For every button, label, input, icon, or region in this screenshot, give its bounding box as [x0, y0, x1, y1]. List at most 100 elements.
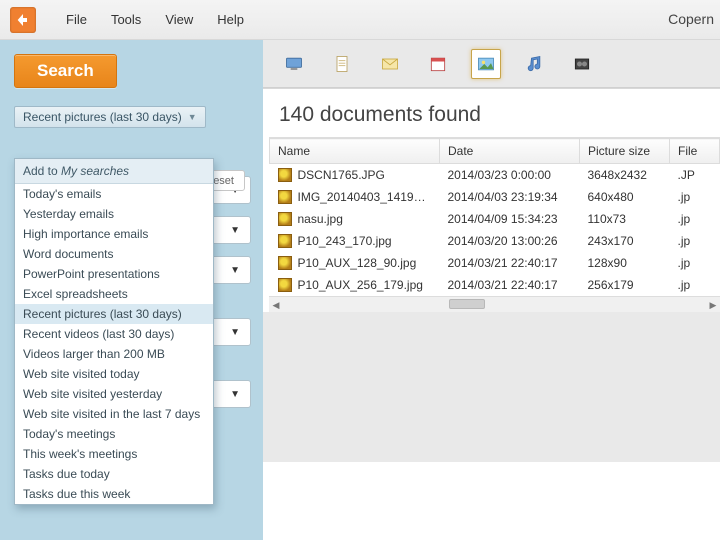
chevron-down-icon: ▼ — [230, 225, 240, 236]
saved-search-option[interactable]: Tasks due this week — [15, 484, 213, 504]
chevron-down-icon: ▼ — [230, 327, 240, 338]
saved-search-option[interactable]: Videos larger than 200 MB — [15, 344, 213, 364]
image-file-icon — [278, 190, 292, 204]
popup-header-prefix: Add to — [23, 164, 61, 178]
cell-name: P10_243_170.jpg — [270, 230, 440, 252]
image-file-icon — [278, 212, 292, 226]
saved-search-option[interactable]: Excel spreadsheets — [15, 284, 213, 304]
saved-search-option[interactable]: Yesterday emails — [15, 204, 213, 224]
category-document-button[interactable] — [327, 49, 357, 79]
cell-date: 2014/03/23 0:00:00 — [440, 164, 580, 187]
category-video-button[interactable] — [567, 49, 597, 79]
computer-icon — [284, 54, 304, 74]
popup-header[interactable]: Add to My searches — [15, 159, 213, 184]
horizontal-scrollbar[interactable]: ◀ ▶ — [269, 296, 720, 312]
chevron-down-icon: ▼ — [230, 389, 240, 400]
results-table-wrap: NameDatePicture sizeFile DSCN1765.JPG201… — [269, 137, 720, 296]
cell-date: 2014/03/21 22:40:17 — [440, 274, 580, 296]
cell-size: 243x170 — [580, 230, 670, 252]
table-row[interactable]: P10_AUX_256_179.jpg2014/03/21 22:40:1725… — [270, 274, 720, 296]
results-table: NameDatePicture sizeFile DSCN1765.JPG201… — [269, 138, 720, 296]
saved-search-option[interactable]: Word documents — [15, 244, 213, 264]
menu-file[interactable]: File — [54, 8, 99, 31]
saved-search-option[interactable]: PowerPoint presentations — [15, 264, 213, 284]
menu-tools[interactable]: Tools — [99, 8, 153, 31]
saved-search-option[interactable]: Web site visited today — [15, 364, 213, 384]
cell-name: nasu.jpg — [270, 208, 440, 230]
cell-ext: .jp — [670, 186, 720, 208]
cell-date: 2014/04/03 23:19:34 — [440, 186, 580, 208]
cell-size: 128x90 — [580, 252, 670, 274]
cell-name: P10_AUX_256_179.jpg — [270, 274, 440, 296]
cell-name: P10_AUX_128_90.jpg — [270, 252, 440, 274]
cell-size: 256x179 — [580, 274, 670, 296]
table-row[interactable]: IMG_20140403_141934....2014/04/03 23:19:… — [270, 186, 720, 208]
table-row[interactable]: P10_AUX_128_90.jpg2014/03/21 22:40:17128… — [270, 252, 720, 274]
saved-search-option[interactable]: Recent pictures (last 30 days) — [15, 304, 213, 324]
menubar: File Tools View Help Copern — [0, 0, 720, 40]
category-picture-button[interactable] — [471, 49, 501, 79]
picture-icon — [476, 54, 496, 74]
music-icon — [524, 54, 544, 74]
chevron-down-icon: ▼ — [230, 265, 240, 276]
table-row[interactable]: nasu.jpg2014/04/09 15:34:23110x73.jp — [270, 208, 720, 230]
search-panel: Search Recent pictures (last 30 days) ▼ … — [0, 40, 263, 540]
image-file-icon — [278, 168, 292, 182]
table-row[interactable]: P10_243_170.jpg2014/03/20 13:00:26243x17… — [270, 230, 720, 252]
calendar-icon — [428, 54, 448, 74]
cell-ext: .jp — [670, 208, 720, 230]
category-toolbar — [263, 40, 720, 88]
category-calendar-button[interactable] — [423, 49, 453, 79]
saved-search-option[interactable]: Web site visited in the last 7 days — [15, 404, 213, 424]
cell-ext: .jp — [670, 252, 720, 274]
chevron-down-icon: ▼ — [188, 112, 197, 122]
scroll-thumb[interactable] — [449, 299, 485, 309]
results-heading: 140 documents found — [263, 89, 720, 137]
image-file-icon — [278, 234, 292, 248]
search-button[interactable]: Search — [14, 54, 117, 88]
saved-search-option[interactable]: Today's meetings — [15, 424, 213, 444]
results-panel: 140 documents found NameDatePicture size… — [263, 40, 720, 540]
category-mail-button[interactable] — [375, 49, 405, 79]
cell-date: 2014/03/20 13:00:26 — [440, 230, 580, 252]
results-footer — [263, 312, 720, 462]
cell-name: IMG_20140403_141934.... — [270, 186, 440, 208]
column-header[interactable]: Name — [270, 139, 440, 164]
cell-size: 3648x2432 — [580, 164, 670, 187]
saved-search-option[interactable]: Recent videos (last 30 days) — [15, 324, 213, 344]
table-row[interactable]: DSCN1765.JPG2014/03/23 0:00:003648x2432.… — [270, 164, 720, 187]
saved-search-option[interactable]: Today's emails — [15, 184, 213, 204]
mail-icon — [380, 54, 400, 74]
category-music-button[interactable] — [519, 49, 549, 79]
cell-size: 640x480 — [580, 186, 670, 208]
cell-name: DSCN1765.JPG — [270, 164, 440, 187]
brand-label: Copern — [668, 11, 714, 27]
cell-date: 2014/03/21 22:40:17 — [440, 252, 580, 274]
scroll-right-arrow[interactable]: ▶ — [706, 298, 720, 312]
saved-search-option[interactable]: Tasks due today — [15, 464, 213, 484]
saved-search-label: Recent pictures (last 30 days) — [23, 110, 182, 124]
cell-date: 2014/04/09 15:34:23 — [440, 208, 580, 230]
video-icon — [572, 54, 592, 74]
column-header[interactable]: Date — [440, 139, 580, 164]
image-file-icon — [278, 278, 292, 292]
column-header[interactable]: File — [670, 139, 720, 164]
app-icon — [10, 7, 36, 33]
document-icon — [332, 54, 352, 74]
saved-search-dropdown[interactable]: Recent pictures (last 30 days) ▼ — [14, 106, 206, 128]
saved-search-option[interactable]: Web site visited yesterday — [15, 384, 213, 404]
saved-search-option[interactable]: High importance emails — [15, 224, 213, 244]
cell-ext: .jp — [670, 274, 720, 296]
saved-searches-popup: Add to My searches Today's emailsYesterd… — [14, 158, 214, 505]
column-header[interactable]: Picture size — [580, 139, 670, 164]
menu-view[interactable]: View — [153, 8, 205, 31]
cell-ext: .JP — [670, 164, 720, 187]
saved-search-option[interactable]: This week's meetings — [15, 444, 213, 464]
menu-help[interactable]: Help — [205, 8, 256, 31]
popup-header-em: My searches — [61, 164, 129, 178]
category-computer-button[interactable] — [279, 49, 309, 79]
scroll-left-arrow[interactable]: ◀ — [269, 298, 283, 312]
image-file-icon — [278, 256, 292, 270]
cell-size: 110x73 — [580, 208, 670, 230]
cell-ext: .jp — [670, 230, 720, 252]
